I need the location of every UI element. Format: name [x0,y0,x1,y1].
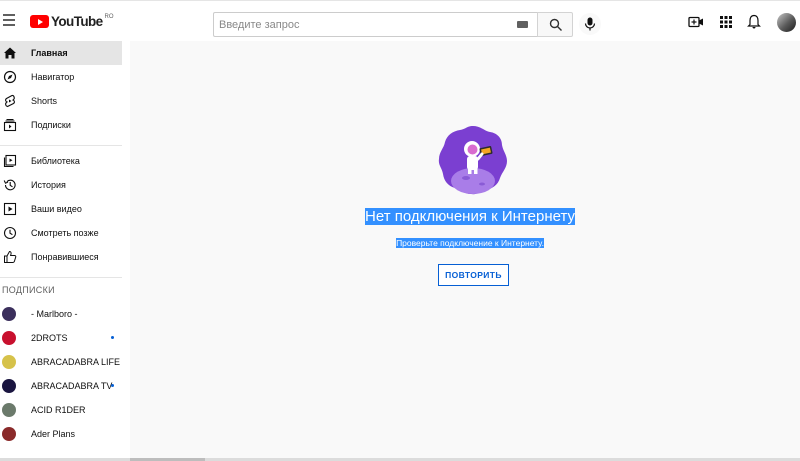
sidebar-item-explore[interactable]: Навигатор [0,65,130,89]
channel-name: Ader Plans [31,429,76,439]
new-content-dot [111,336,114,339]
sidebar-item-label: Понравившиеся [31,252,99,262]
search-icon [549,18,562,31]
sidebar-item-liked[interactable]: Понравившиеся [0,245,130,269]
channel-name: - Marlboro - [31,309,78,319]
sidebar-item-label: Главная [31,48,68,58]
channel-avatar [2,307,16,321]
clock-icon [3,226,17,240]
sidebar-item-history[interactable]: История [0,173,130,197]
search-button[interactable] [537,12,573,37]
sidebar-item-library[interactable]: Библиотека [0,149,130,173]
channel-name: ACID R1DER [31,405,86,415]
sidebar-item-watch-later[interactable]: Смотреть позже [0,221,130,245]
menu-icon[interactable] [3,14,17,28]
sidebar: Главная Навигатор Shorts Подписки Библио… [0,41,130,461]
new-content-dot [111,384,114,387]
sidebar-item-label: История [31,180,66,190]
notifications-bell-icon[interactable] [746,14,762,30]
channel-name: ABRACADABRA TV [31,381,113,391]
channel-avatar [2,427,16,441]
logo-text: YouTube [51,14,103,29]
search-box [213,12,537,37]
subscriptions-icon [3,119,17,132]
subscriptions-section-title: ПОДПИСКИ [2,285,55,295]
error-title-text: Нет подключения к Интернету [365,208,575,225]
sidebar-item-label: Библиотека [31,156,80,166]
sidebar-item-label: Подписки [31,120,71,130]
error-title: Нет подключения к Интернету [130,208,800,225]
history-icon [3,179,16,191]
sidebar-item-label: Ваши видео [31,204,82,214]
top-header: YouTube RO [0,0,800,41]
sidebar-item-label: Shorts [31,96,58,106]
your-videos-icon [3,202,17,216]
create-video-icon[interactable] [688,14,704,30]
sidebar-item-subscriptions[interactable]: Подписки [0,113,130,137]
error-subtitle-text: Проверьте подключение к Интернету. [396,238,544,248]
channel-avatar [2,331,16,345]
error-subtitle: Проверьте подключение к Интернету. [130,238,800,248]
search-input[interactable] [214,13,504,36]
subscription-channel[interactable]: ABRACADABRA TV [0,374,130,398]
channel-avatar [2,355,16,369]
apps-grid-icon[interactable] [718,14,734,30]
channel-name: 2DROTS [31,333,68,343]
play-logo-icon [30,15,49,28]
subscription-channel[interactable]: - Marlboro - [0,302,130,326]
channel-avatar [2,379,16,393]
home-icon [4,47,16,59]
account-avatar[interactable] [777,13,796,32]
retry-button[interactable]: ПОВТОРИТЬ [438,264,509,286]
keyboard-icon[interactable] [517,21,528,28]
youtube-logo[interactable]: YouTube RO [30,14,114,29]
microphone-icon [584,17,596,31]
main-content: Нет подключения к Интернету Проверьте по… [130,41,800,461]
like-icon [4,250,17,263]
voice-search-button[interactable] [579,13,601,35]
logo-region-code: RO [104,14,114,20]
sidebar-item-label: Смотреть позже [31,228,99,238]
channel-avatar [2,403,16,417]
subscription-channel[interactable]: ABRACADABRA LIFE [0,350,130,374]
shorts-icon [5,94,15,108]
sidebar-item-label: Навигатор [31,72,75,82]
sidebar-item-shorts[interactable]: Shorts [0,89,130,113]
sidebar-item-home[interactable]: Главная [0,41,122,65]
library-icon [3,154,17,168]
subscription-channel[interactable]: Ader Plans [0,422,130,446]
compass-icon [3,70,17,84]
subscription-channel[interactable]: ACID R1DER [0,398,130,422]
subscription-channel[interactable]: 2DROTS [0,326,130,350]
offline-astronaut-illustration [438,126,507,195]
sidebar-item-your-videos[interactable]: Ваши видео [0,197,130,221]
channel-name: ABRACADABRA LIFE [31,357,121,367]
